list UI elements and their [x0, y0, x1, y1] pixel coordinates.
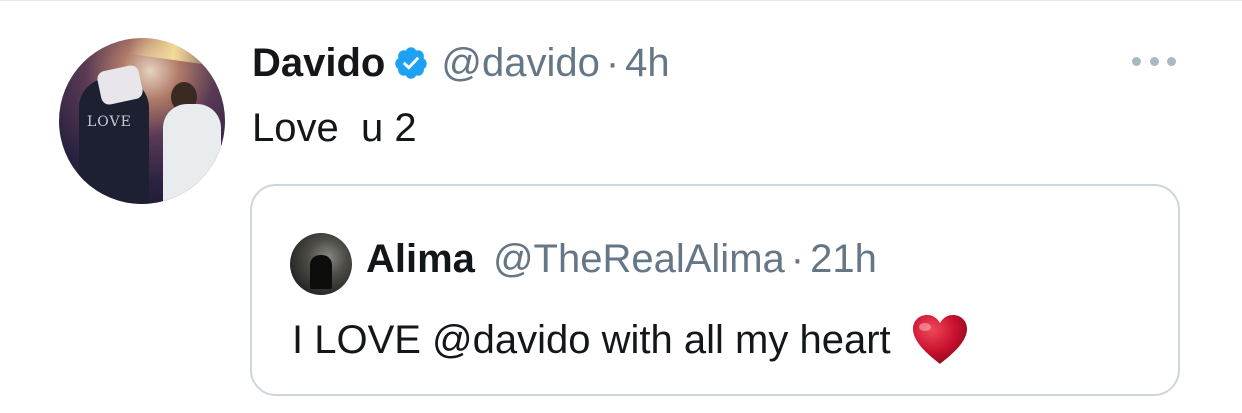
dot — [1167, 56, 1176, 66]
tweet-header: Davido @davido · 4h — [252, 40, 670, 86]
quote-avatar[interactable] — [290, 233, 352, 295]
separator-dot: · — [790, 236, 805, 281]
avatar-person-right — [163, 104, 221, 204]
verified-badge-icon — [393, 45, 429, 81]
tweet-card[interactable]: LOVE Davido @davido · 4h Love u 2 Alima … — [0, 0, 1242, 413]
author-handle[interactable]: @davido — [441, 41, 599, 86]
quote-author-name[interactable]: Alima — [366, 237, 475, 282]
quote-header: Alima @TheRealAlima · 21h — [366, 236, 877, 282]
quote-timestamp[interactable]: 21h — [810, 237, 877, 282]
quote-text: I LOVE @davido with all my heart — [292, 317, 891, 362]
quote-text-row: I LOVE @davido with all my heart — [292, 314, 969, 366]
author-name[interactable]: Davido — [252, 41, 385, 86]
avatar-stage-light — [128, 38, 220, 67]
quote-avatar-figure — [310, 255, 332, 289]
avatar[interactable]: LOVE — [59, 38, 225, 204]
heart-icon — [911, 314, 969, 366]
quoted-tweet[interactable]: Alima @TheRealAlima · 21h I LOVE @davido… — [250, 184, 1180, 396]
divider — [0, 0, 1242, 1]
tweet-timestamp[interactable]: 4h — [625, 41, 670, 86]
avatar-shirt-text: LOVE — [87, 114, 132, 130]
tweet-text: Love u 2 — [252, 106, 417, 150]
dot — [1149, 56, 1159, 66]
separator-dot: · — [605, 40, 620, 85]
dot — [1132, 56, 1141, 66]
more-dots-icon[interactable] — [1132, 54, 1176, 68]
quote-author-handle[interactable]: @TheRealAlima — [493, 237, 785, 282]
